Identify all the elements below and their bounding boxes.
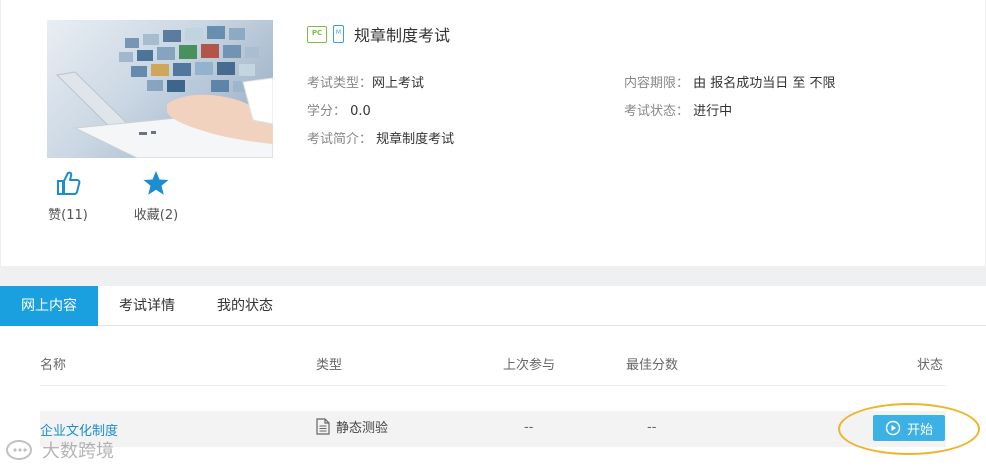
page-title: 规章制度考试: [354, 26, 451, 45]
favorite-button[interactable]: 收藏(2): [131, 170, 181, 223]
meta-intro: 考试简介： 规章制度考试: [307, 132, 455, 147]
star-icon: [143, 171, 169, 195]
mobile-badge-icon: M: [333, 25, 344, 43]
column-header-last: 上次参与: [503, 358, 556, 373]
column-header-type: 类型: [316, 358, 343, 373]
meta-credit: 学分： 0.0: [307, 104, 371, 119]
section-divider: [0, 266, 986, 286]
favorite-count: 收藏(2): [133, 208, 179, 223]
column-header-status: 状态: [917, 358, 944, 373]
row-type: 静态测验: [316, 417, 388, 436]
tab-my-status[interactable]: 我的状态: [196, 286, 294, 326]
meta-status: 考试状态： 进行中: [624, 104, 733, 119]
meta-exam-type: 考试类型：网上考试: [307, 76, 425, 91]
row-type-label: 静态测验: [336, 421, 389, 436]
document-icon: [316, 418, 330, 435]
watermark: 大数跨境: [4, 437, 114, 463]
tab-online-content[interactable]: 网上内容: [0, 286, 98, 326]
table-header: 名称 类型 上次参与 最佳分数 状态: [40, 340, 946, 386]
table-row: 企业文化制度 静态测验 -- --: [40, 411, 946, 447]
thumbs-up-icon: [57, 171, 81, 195]
course-thumbnail: [47, 20, 273, 158]
course-actions: 赞(11) 收藏(2): [43, 170, 181, 223]
tab-exam-details[interactable]: 考试详情: [98, 286, 196, 326]
pc-badge-icon: PC: [307, 25, 327, 43]
watermark-logo-icon: [6, 440, 32, 460]
like-button[interactable]: 赞(11): [43, 170, 93, 223]
course-title-row: PC M 规章制度考试: [307, 22, 450, 46]
start-button-label: 开始: [906, 422, 933, 438]
watermark-text: 大数跨境: [42, 441, 114, 462]
like-count: 赞(11): [48, 208, 88, 223]
column-header-name: 名称: [40, 358, 67, 373]
laptop-illustration: [55, 26, 273, 158]
course-header-card: 赞(11) 收藏(2) PC M 规章制度考试 考试类型：网上考试 学分： 0.…: [0, 0, 986, 266]
play-circle-icon: [885, 420, 901, 436]
row-last: --: [524, 420, 534, 435]
start-button[interactable]: 开始: [873, 415, 945, 441]
row-best: --: [647, 420, 657, 435]
meta-period: 内容期限： 由 报名成功当日 至 不限: [624, 76, 836, 91]
tab-bar: 网上内容 考试详情 我的状态: [0, 286, 986, 326]
column-header-best: 最佳分数: [626, 358, 679, 373]
